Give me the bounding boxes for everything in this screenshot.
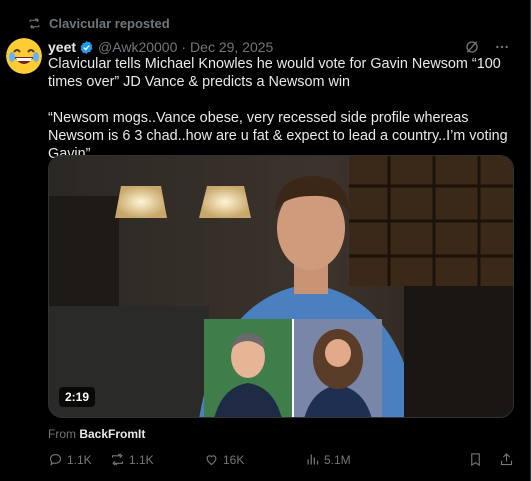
- like-button[interactable]: 16K: [204, 452, 305, 467]
- avatar[interactable]: [6, 38, 42, 74]
- grok-icon[interactable]: [464, 39, 480, 55]
- reply-icon: [49, 453, 62, 466]
- views-button[interactable]: 5.1M: [305, 452, 415, 467]
- more-icon[interactable]: [494, 39, 510, 55]
- views-count: 5.1M: [324, 452, 351, 467]
- repost-label: Clavicular reposted: [49, 16, 170, 31]
- like-icon: [206, 455, 217, 466]
- video-duration: 2:19: [59, 387, 96, 407]
- repost-indicator[interactable]: Clavicular reposted: [28, 16, 170, 31]
- video-player[interactable]: 2:19: [48, 155, 514, 418]
- repost-button[interactable]: 1.1K: [110, 452, 204, 467]
- verified-badge-icon[interactable]: [79, 40, 94, 55]
- post-header: yeet @Awk20000 · Dec 29, 2025: [48, 37, 510, 57]
- laughing-emoji-icon: [6, 38, 42, 74]
- reply-count: 1.1K: [67, 452, 92, 467]
- repost-icon: [111, 453, 124, 466]
- reply-button[interactable]: 1.1K: [48, 452, 110, 467]
- post-card[interactable]: Clavicular reposted yeet @Awk20000 · Dec…: [0, 0, 531, 481]
- bookmark-icon[interactable]: [468, 452, 483, 467]
- inset-image: [204, 319, 382, 417]
- source-name[interactable]: BackFromIt: [79, 427, 145, 441]
- retweet-icon: [29, 18, 40, 29]
- repost-count: 1.1K: [129, 452, 154, 467]
- views-icon: [307, 454, 319, 465]
- post-date[interactable]: Dec 29, 2025: [190, 39, 273, 55]
- share-icon[interactable]: [499, 452, 514, 467]
- author-name[interactable]: yeet: [48, 39, 76, 55]
- separator: ·: [181, 39, 187, 55]
- inset-photo: [204, 319, 382, 417]
- video-source: From BackFromIt: [48, 427, 145, 441]
- like-count: 16K: [223, 452, 245, 467]
- source-prefix: From: [48, 427, 76, 441]
- action-bar: 1.1K 1.1K 16K 5.1M: [48, 452, 514, 467]
- author-handle[interactable]: @Awk20000: [98, 39, 177, 55]
- post-text: Clavicular tells Michael Knowles he woul…: [48, 56, 508, 162]
